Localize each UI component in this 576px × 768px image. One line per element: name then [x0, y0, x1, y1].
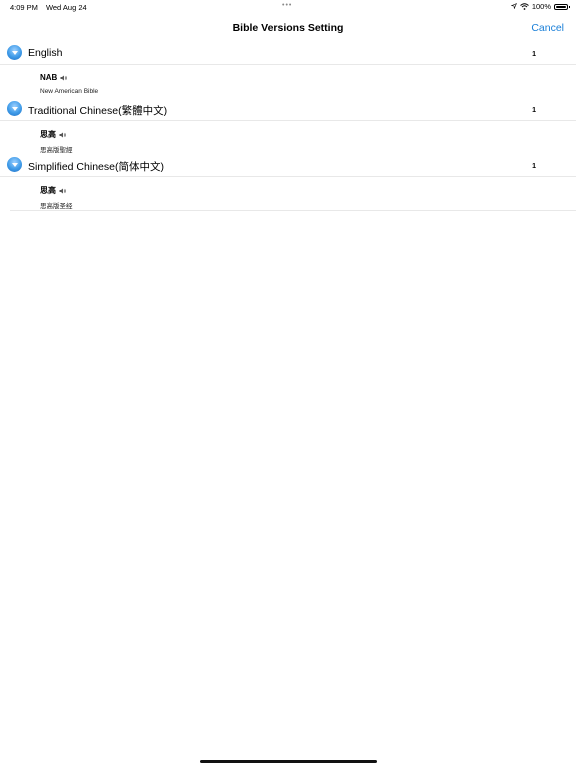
version-row[interactable]: 思高 思高版圣经 [10, 176, 576, 211]
multitasking-dots[interactable]: ••• [282, 2, 292, 9]
status-date: Wed Aug 24 [45, 3, 87, 12]
section-count: 1 [532, 107, 536, 114]
version-abbr: 思高 [40, 185, 66, 196]
section-header-english[interactable]: English 1 [0, 42, 576, 65]
status-bar: 4:09 PM Wed Aug 24 ••• 100% [0, 0, 576, 14]
version-abbr: NAB [40, 73, 68, 82]
version-abbr-text: NAB [40, 73, 58, 82]
battery-icon [554, 3, 570, 10]
section-count: 1 [532, 51, 536, 58]
speaker-icon [59, 188, 66, 194]
version-abbr-text: 思高 [40, 186, 56, 195]
status-right: 100% [510, 2, 570, 11]
navigation-bar: Bible Versions Setting Cancel [0, 14, 576, 43]
section-count: 1 [532, 163, 536, 170]
home-indicator[interactable] [200, 760, 377, 763]
section-title: Simplified Chinese(简体中文) [28, 161, 164, 173]
section-header-traditional-chinese[interactable]: Traditional Chinese(繁體中文) 1 [0, 98, 576, 121]
section-title: Traditional Chinese(繁體中文) [28, 105, 168, 117]
cancel-button[interactable]: Cancel [531, 22, 564, 34]
chevron-down-circle-icon[interactable] [7, 45, 22, 60]
version-row[interactable]: 思高 思高版聖經 [10, 120, 576, 155]
speaker-icon [60, 75, 68, 81]
chevron-down-circle-icon[interactable] [7, 157, 22, 172]
location-icon [510, 2, 517, 11]
status-time: 4:09 PM [10, 3, 38, 12]
page-title: Bible Versions Setting [232, 22, 344, 34]
battery-percent: 100% [531, 2, 551, 11]
wifi-icon [519, 3, 529, 10]
version-name: 思高版圣经 [40, 203, 73, 210]
section-header-simplified-chinese[interactable]: Simplified Chinese(简体中文) 1 [0, 154, 576, 177]
version-abbr: 思高 [40, 129, 66, 140]
version-name: New American Bible [40, 88, 99, 95]
version-row[interactable]: NAB New American Bible [10, 64, 576, 99]
status-left: 4:09 PM Wed Aug 24 [10, 3, 87, 12]
section-title: English [28, 47, 63, 59]
chevron-down-circle-icon[interactable] [7, 101, 22, 116]
battery-fill [556, 5, 566, 8]
version-abbr-text: 思高 [40, 130, 56, 139]
screen: 4:09 PM Wed Aug 24 ••• 100% Bible Versio… [0, 0, 576, 768]
speaker-icon [59, 132, 66, 138]
version-name: 思高版聖經 [40, 147, 73, 154]
